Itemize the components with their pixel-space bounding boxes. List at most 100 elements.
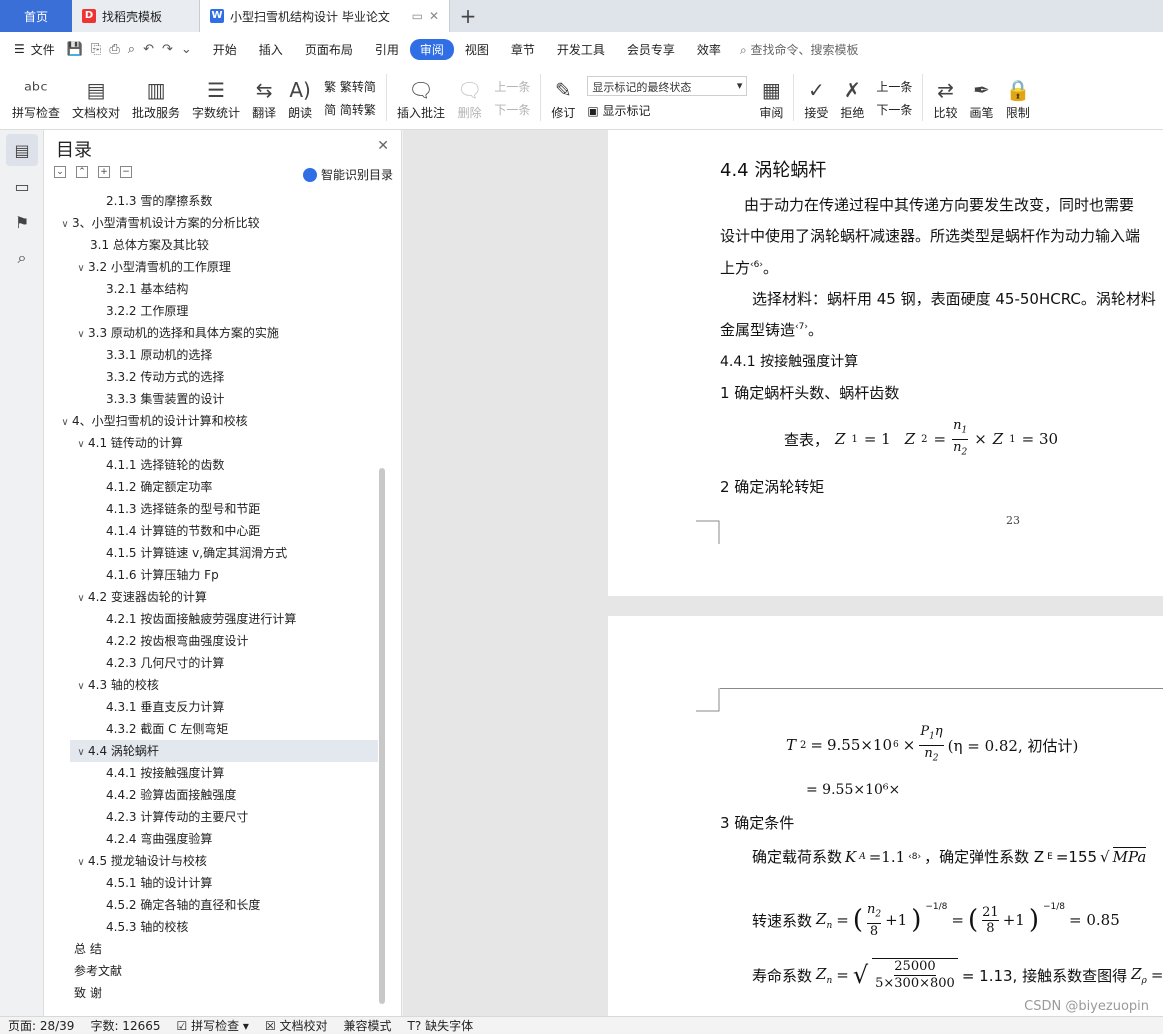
word-count-button[interactable]: ☰ 字数统计 [186, 66, 246, 129]
toc-item[interactable]: ∨ 3.3 原动机的选择和具体方案的实施 [44, 322, 380, 344]
toc-item[interactable]: 4.1.1 选择链轮的齿数 [44, 454, 380, 476]
menu-developer[interactable]: 开发工具 [546, 41, 616, 58]
toc-item[interactable]: 3.2.2 工作原理 [44, 300, 380, 322]
toc-item[interactable]: 4.1.6 计算压轴力 Fp [44, 564, 380, 586]
customize-icon[interactable]: ⌄ [181, 42, 192, 57]
toc-item[interactable]: 4.3.1 垂直支反力计算 [44, 696, 380, 718]
review-pane-button[interactable]: ▦ 审阅 [753, 66, 789, 129]
export-icon[interactable]: ⎘ [91, 42, 101, 57]
toc-item[interactable]: 3.3.3 集雪装置的设计 [44, 388, 380, 410]
spell-check-button[interactable]: ᵃᵇᶜ 拼写检查 [6, 66, 66, 129]
toc-item[interactable]: 2.1.3 雪的摩擦系数 [44, 190, 380, 212]
plus-icon[interactable]: + [98, 166, 110, 178]
toc-item[interactable]: 4.2.3 计算传动的主要尺寸 [44, 806, 380, 828]
word-count[interactable]: 字数: 12665 [90, 1017, 160, 1034]
chevron-down-icon[interactable]: ∨ [58, 412, 72, 434]
menu-view[interactable]: 视图 [454, 41, 500, 58]
toc-item[interactable]: 4.1.5 计算链速 v,确定其润滑方式 [44, 542, 380, 564]
chevron-down-icon[interactable]: ∨ [74, 324, 88, 346]
save-icon[interactable]: 💾 [67, 42, 83, 57]
print-icon[interactable]: ⎙ [109, 42, 119, 57]
translate-button[interactable]: ⇆ 翻译 [246, 66, 282, 129]
tab-template[interactable]: D 找稻壳模板 [72, 0, 200, 32]
toc-item[interactable]: ∨ 3、小型清雪机设计方案的分析比较 [44, 212, 380, 234]
show-markup-button[interactable]: ▣ 显示标记 [587, 102, 747, 119]
toc-item[interactable]: 3.3.1 原动机的选择 [44, 344, 380, 366]
chevron-down-icon[interactable]: ∨ [58, 214, 72, 236]
minus-icon[interactable]: − [120, 166, 132, 178]
toc-item[interactable]: ∨ 4、小型扫雪机的设计计算和校核 [44, 410, 380, 432]
toc-item[interactable]: 3.1 总体方案及其比较 [44, 234, 380, 256]
collapse-all-icon[interactable]: ⌄ [54, 166, 66, 178]
toc-item[interactable]: 4.1.3 选择链条的型号和节距 [44, 498, 380, 520]
markup-select[interactable]: 显示标记的最终状态 ▾ [587, 76, 748, 96]
close-icon[interactable]: ✕ [429, 9, 439, 23]
toc-item[interactable]: 4.2.3 几何尺寸的计算 [44, 652, 380, 674]
toc-item[interactable]: ∨ 3.2 小型清雪机的工作原理 [44, 256, 380, 278]
next-comment-button[interactable]: 下一条 [494, 101, 530, 118]
track-changes-button[interactable]: ✎ 修订 [545, 66, 581, 129]
toc-item[interactable]: ∨ 4.2 变速器齿轮的计算 [44, 586, 380, 608]
toc-item[interactable]: 4.2.1 按齿面接触疲劳强度进行计算 [44, 608, 380, 630]
toc-item[interactable]: 总 结 [44, 938, 380, 960]
batch-service-button[interactable]: ▥ 批改服务 [126, 66, 186, 129]
toc-item[interactable]: ∨ 4.5 搅龙轴设计与校核 [44, 850, 380, 872]
toc-item[interactable]: 4.5.2 确定各轴的直径和长度 [44, 894, 380, 916]
chevron-down-icon[interactable]: ∨ [74, 258, 88, 280]
toc-scrollbar[interactable] [379, 468, 385, 1004]
toc-icon[interactable]: ▤ [6, 134, 38, 166]
doc-proof-button[interactable]: ▤ 文档校对 [66, 66, 126, 129]
menu-insert[interactable]: 插入 [248, 41, 294, 58]
search-icon[interactable]: ⌕ [6, 242, 38, 274]
toc-item[interactable]: ∨ 4.3 轴的校核 [44, 674, 380, 696]
toc-item[interactable]: 4.5.1 轴的设计计算 [44, 872, 380, 894]
menu-start[interactable]: 开始 [202, 41, 248, 58]
toc-item[interactable]: 4.4.1 按接触强度计算 [44, 762, 380, 784]
tab-home[interactable]: 首页 [0, 0, 72, 32]
menu-section[interactable]: 章节 [500, 41, 546, 58]
pen-button[interactable]: ✒ 画笔 [963, 66, 999, 129]
toc-item[interactable]: 参考文献 [44, 960, 380, 982]
toc-item[interactable]: 4.4.2 验算齿面接触强度 [44, 784, 380, 806]
toc-item[interactable]: 4.5.3 轴的校核 [44, 916, 380, 938]
prev-revision-button[interactable]: 上一条 [876, 78, 912, 95]
toc-item[interactable]: ∨ 4.4 涡轮蜗杆 [70, 740, 378, 762]
toc-item[interactable]: ∨ 4.1 链传动的计算 [44, 432, 380, 454]
menu-review[interactable]: 审阅 [409, 38, 454, 60]
bookmark-icon[interactable]: ⚑ [6, 206, 38, 238]
toc-item[interactable]: 4.1.2 确定额定功率 [44, 476, 380, 498]
close-icon[interactable]: ✕ [377, 138, 389, 154]
status-spell-check[interactable]: ☑ 拼写检查 ▾ [177, 1017, 249, 1034]
prev-comment-button[interactable]: 上一条 [494, 78, 530, 95]
simp-to-trad-button[interactable]: 简 简转繁 [324, 101, 376, 118]
chapter-icon[interactable]: ▭ [6, 170, 38, 202]
toc-item[interactable]: 4.1.4 计算链的节数和中心距 [44, 520, 380, 542]
chevron-down-icon[interactable]: ∨ [74, 742, 88, 764]
toc-item[interactable]: 3.3.2 传动方式的选择 [44, 366, 380, 388]
chevron-down-icon[interactable]: ∨ [74, 434, 88, 456]
insert-comment-button[interactable]: 🗨 插入批注 [391, 66, 451, 129]
restrict-button[interactable]: 🔒 限制 [999, 66, 1036, 129]
page-indicator[interactable]: 页面: 28/39 [8, 1017, 74, 1034]
command-search[interactable]: ⌕ 查找命令、搜索模板 [740, 41, 859, 58]
smart-toc-button[interactable]: 智能识别目录 [302, 166, 393, 183]
preview-icon[interactable]: ⌕ [128, 42, 135, 57]
toc-item[interactable]: 4.3.2 截面 C 左侧弯矩 [44, 718, 380, 740]
read-aloud-button[interactable]: A) 朗读 [282, 66, 318, 129]
tab-document[interactable]: W 小型扫雪机结构设计 毕业论文 ▭ ✕ [200, 0, 450, 32]
new-tab-button[interactable]: + [450, 0, 486, 32]
toc-item[interactable]: 4.2.4 弯曲强度验算 [44, 828, 380, 850]
menu-efficiency[interactable]: 效率 [686, 41, 732, 58]
delete-comment-button[interactable]: 🗨 删除 [451, 66, 488, 129]
redo-icon[interactable]: ↷ [162, 42, 173, 57]
toc-item[interactable]: 3.2.1 基本结构 [44, 278, 380, 300]
menu-reference[interactable]: 引用 [364, 41, 410, 58]
expand-all-icon[interactable]: ⌃ [76, 166, 88, 178]
menu-member[interactable]: 会员专享 [616, 41, 686, 58]
trad-to-simp-button[interactable]: 繁 繁转简 [324, 78, 376, 95]
chevron-down-icon[interactable]: ∨ [74, 852, 88, 874]
toc-item[interactable]: 致 谢 [44, 982, 380, 1004]
reject-button[interactable]: ✗ 拒绝 [834, 66, 870, 129]
compare-button[interactable]: ⇄ 比较 [927, 66, 963, 129]
undo-icon[interactable]: ↶ [143, 42, 154, 57]
